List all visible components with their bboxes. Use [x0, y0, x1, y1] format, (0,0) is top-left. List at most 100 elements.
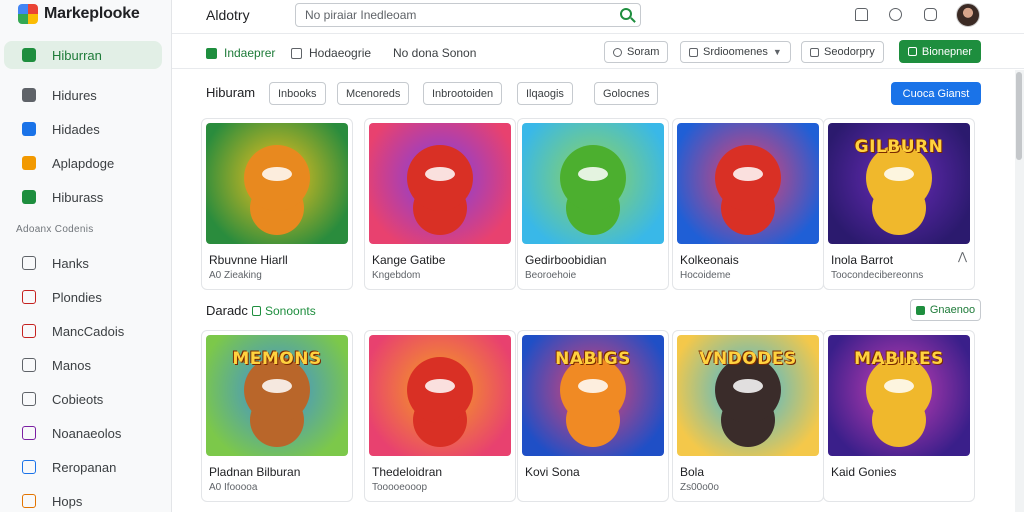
home-icon[interactable]	[855, 8, 868, 21]
filter-text-label: No dona Sonon	[393, 46, 477, 60]
brand-name: Markeplooke	[44, 5, 140, 22]
checkbox-checked-icon[interactable]	[206, 47, 217, 59]
filter-checkbox-2-label: Hodaeogrie	[309, 46, 372, 60]
green-bear-mascot-image[interactable]	[522, 123, 664, 244]
scroll-thumb[interactable]	[1016, 72, 1022, 160]
category-chip[interactable]: Golocnes	[594, 82, 659, 105]
gilburn-title-image[interactable]: GILBURN	[828, 123, 970, 244]
category-chip[interactable]: Inbooks	[269, 82, 326, 105]
filter-checkbox-2[interactable]: Hodaeogrie	[291, 46, 371, 60]
vndodes-title-image[interactable]: VNDODES	[677, 335, 819, 456]
clock-icon	[613, 47, 622, 57]
card-subtitle: Hocoideme	[680, 270, 731, 281]
card-title: Kovi Sona	[525, 465, 580, 479]
avatar[interactable]	[956, 3, 980, 27]
sidebar-item-label: Hidures	[52, 87, 97, 103]
game-card[interactable]: Kange Gatibe Kngebdom	[364, 118, 516, 290]
sidebar-item-label: Hiburran	[52, 47, 102, 63]
list-icon	[689, 47, 698, 57]
mascot-face	[733, 379, 763, 393]
checkbox-unchecked-icon[interactable]	[291, 47, 302, 59]
section-1-title: Hiburam	[206, 85, 256, 100]
game-card[interactable]: Gedirboobidian Beoroehoie	[517, 118, 669, 290]
sidebar-item-label: Manos	[52, 357, 92, 373]
mabires-title-image[interactable]: MABIRES	[828, 335, 970, 456]
filter-checkbox-1[interactable]: Indaeprer	[206, 46, 275, 60]
game-card[interactable]: MEMONS Pladnan Bilburan A0 Ifooooa	[201, 330, 353, 502]
card-subtitle: Beoroehoie	[525, 270, 577, 281]
section-1-action-button[interactable]: Cuoca Gianst	[891, 82, 981, 105]
scrollbar[interactable]	[1015, 70, 1024, 512]
section-2-link-label: Sonoonts	[265, 304, 316, 318]
sidebar-item[interactable]: Cobieots	[4, 385, 162, 413]
game-card[interactable]: Rbuvnne Hiarll A0 Zieaking	[201, 118, 353, 290]
sidebar-item[interactable]: Hidades	[4, 115, 162, 143]
sidebar-item[interactable]: Hidures	[4, 81, 162, 109]
mascot-face	[262, 167, 292, 181]
category-chip[interactable]: Ilqaogis	[517, 82, 573, 105]
memons-title-image[interactable]: MEMONS	[206, 335, 348, 456]
primary-action-label: Bionepner	[921, 45, 973, 58]
section-2-title: Daradc	[206, 303, 248, 318]
apps-icon[interactable]	[889, 8, 902, 21]
game-card[interactable]: Thedeloidran Tooooeooop	[364, 330, 516, 502]
search-icon[interactable]	[620, 8, 632, 20]
card-title: Gedirboobidian	[525, 253, 607, 267]
chat-icon[interactable]	[924, 8, 937, 21]
sidebar-item[interactable]: Hiburass	[4, 183, 162, 211]
sidebar-item-label: Aplapdoge	[52, 155, 115, 171]
section-2-action-button[interactable]: Gnaenoo	[910, 299, 981, 321]
category-chip[interactable]: Mcenoreds	[337, 82, 410, 105]
sidebar-item[interactable]: Hanks	[4, 249, 162, 277]
sidebar-item[interactable]: Aplapdoge	[4, 149, 162, 177]
sidebar-item[interactable]: Manos	[4, 351, 162, 379]
mascot-face	[884, 379, 914, 393]
thumbnail-title-art: VNDODES	[699, 349, 797, 369]
sidebar-item[interactable]: Noanaeolos	[4, 419, 162, 447]
bear-mascot-image[interactable]	[206, 123, 348, 244]
sidebar-item-label: Hidades	[52, 121, 100, 137]
sidebar-item-label: MancCadois	[52, 323, 125, 339]
nav-icon	[22, 256, 36, 270]
sidebar-item-label: Reropanan	[52, 459, 117, 475]
nabigs-title-image[interactable]: NABIGS	[522, 335, 664, 456]
sidebar-item-label: Hanks	[52, 255, 89, 271]
mascot-face	[262, 379, 292, 393]
card-subtitle: Toocondecibereonns	[831, 270, 924, 281]
sort-dropdown[interactable]: Srdioomenes ▼	[680, 41, 791, 63]
thumbnail-title-art: NABIGS	[555, 349, 631, 369]
game-card[interactable]: MABIRES Kaid Gonies	[823, 330, 975, 502]
sidebar-item[interactable]: Hiburran	[4, 41, 162, 69]
game-card[interactable]: GILBURN Inola Barrot Toocondecibereonns ⋀	[823, 118, 975, 290]
chevron-down-icon: ▼	[772, 47, 782, 57]
nav-icon	[22, 460, 36, 474]
sidebar-item[interactable]: Hops	[4, 487, 162, 512]
sidebar-item[interactable]: MancCadois	[4, 317, 162, 345]
nav-icon	[22, 324, 36, 338]
card-title: Thedeloidran	[372, 465, 443, 479]
card-title: Bola	[680, 465, 705, 479]
category-chip[interactable]: Inbrootoiden	[423, 82, 503, 105]
toolbar-button-1[interactable]: Soram	[604, 41, 669, 63]
kid-crown-mascot-image[interactable]	[369, 335, 511, 456]
toolbar-button-3[interactable]: Seodorpry	[801, 41, 884, 63]
brand[interactable]: Markeplooke	[18, 4, 140, 24]
section-2-link[interactable]: Sonoonts	[252, 304, 316, 318]
game-card[interactable]: Kolkeonais Hocoideme	[672, 118, 824, 290]
kid-mascot-image[interactable]	[677, 123, 819, 244]
search-box[interactable]	[295, 3, 641, 27]
card-menu-icon[interactable]: ⋀	[958, 250, 967, 263]
kid-cap-mascot-image[interactable]	[369, 123, 511, 244]
game-card[interactable]: NABIGS Kovi Sona	[517, 330, 669, 502]
game-card[interactable]: VNDODES Bola Zs00o0o	[672, 330, 824, 502]
sidebar-item[interactable]: Plondies	[4, 283, 162, 311]
sidebar-item-label: Hiburass	[52, 189, 104, 205]
sidebar-item-label: Noanaeolos	[52, 425, 122, 441]
page-title: Aldotry	[206, 7, 250, 23]
primary-action-button[interactable]: Bionepner	[899, 40, 981, 63]
search-input[interactable]	[296, 4, 596, 26]
sidebar-item[interactable]: Reropanan	[4, 453, 162, 481]
filter-text[interactable]: No dona Sonon	[393, 46, 476, 60]
card-title: Rbuvnne Hiarll	[209, 253, 288, 267]
nav-icon	[22, 290, 36, 304]
